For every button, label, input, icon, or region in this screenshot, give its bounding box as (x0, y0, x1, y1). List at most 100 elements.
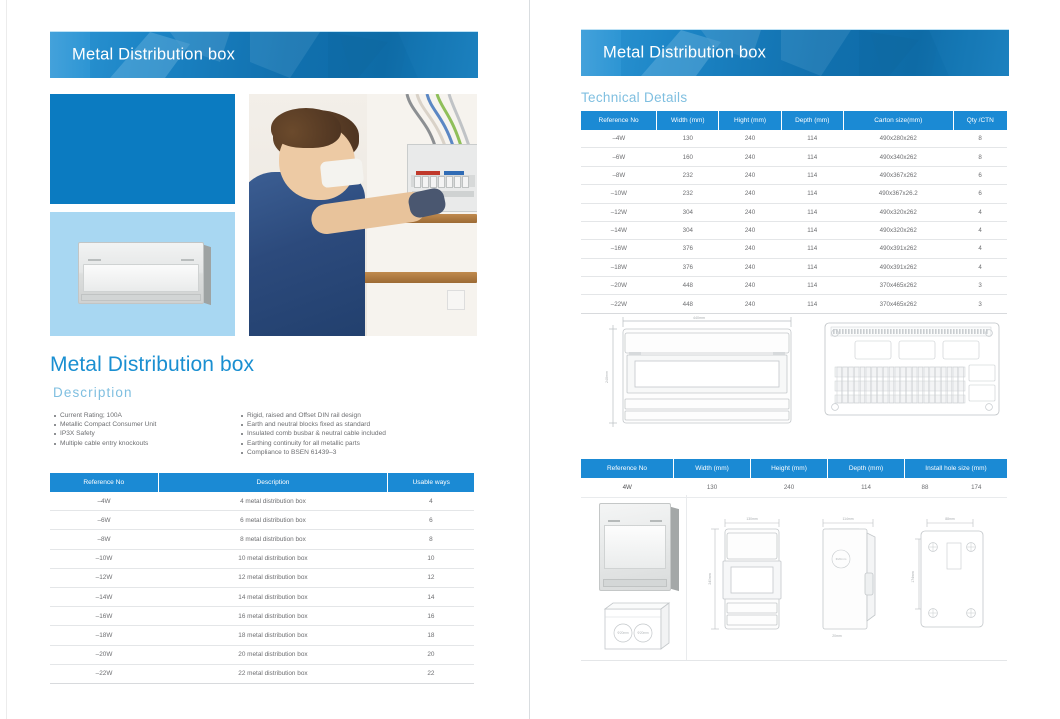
table-row: –18W 376 240 114 490x391x262 4 (581, 258, 1007, 278)
table-cell: 304 (656, 221, 719, 241)
table-cell: 240 (718, 147, 782, 167)
side-depth-dim: 114mm (842, 517, 853, 521)
table-row: –22W 22 metal distribution box 22 (50, 664, 474, 684)
column-header: Width (mm) (656, 111, 720, 130)
table-cell: 490x391x262 (843, 258, 954, 278)
technical-details-table: Reference No Width (mm) Hight (mm) Depth (m… (581, 111, 1007, 314)
left-page: Metal Distribution box Metal Distributio… (0, 0, 530, 719)
feature-item: Metallic Compact Consumer Unit (54, 420, 234, 429)
table-cell: 20 (387, 645, 474, 665)
description-heading: Description (53, 385, 133, 400)
table-header-row: Reference No Description Usable ways (50, 473, 474, 492)
feature-item: Earth and neutral blocks fixed as standa… (241, 420, 471, 429)
column-header: Usable ways (387, 473, 474, 492)
table-cell: –16W (581, 239, 657, 259)
product-title: Metal Distribution box (50, 353, 255, 376)
table-cell: 114 (781, 184, 844, 204)
column-header: Install hole size (mm) (904, 459, 1007, 478)
table-cell: 130 (656, 130, 719, 149)
drawing-internal-layout (821, 311, 1003, 437)
table-cell: 6 (953, 184, 1007, 204)
column-header: Description (158, 473, 389, 492)
wall-socket (447, 290, 465, 310)
feature-item: Insulated comb busbar & neutral cable in… (241, 429, 471, 438)
rear-height-dim: 174mm (911, 571, 915, 582)
table-row: –20W 448 240 114 370x465x262 3 (581, 276, 1007, 296)
feature-item: IP3X Safety (54, 429, 234, 438)
table-cell: 4 (953, 239, 1007, 259)
table-cell: 240 (718, 276, 782, 296)
table-cell: 490x280x262 (843, 130, 954, 149)
drawing-height-dim: 240mm (605, 371, 609, 383)
table-cell: –12W (50, 568, 159, 588)
table-cell: 10 metal distribution box (158, 549, 388, 569)
product-photo-distribution-box (50, 212, 235, 336)
column-header: Width (mm) (673, 459, 751, 478)
table-cell: –4W (50, 492, 159, 512)
table-cell: 4 metal distribution box (158, 492, 388, 512)
product-photo-small (599, 503, 679, 592)
feature-list-right: Rigid, raised and Offset DIN rail design… (241, 411, 471, 457)
banner-shard-decor-right-3 (859, 30, 1009, 76)
column-header: Reference No (581, 459, 674, 478)
column-header: Depth (mm) (781, 111, 844, 130)
table-cell: 160 (656, 147, 719, 167)
table-row: –4W 4 metal distribution box 4 (50, 492, 474, 512)
drawing-front-view-4w: 130mm 240mm (708, 517, 782, 630)
technical-details-heading: Technical Details (581, 90, 688, 105)
table-cell: 114 (781, 276, 844, 296)
banner-title-left: Metal Distribution box (72, 45, 236, 64)
header-banner-right: Metal Distribution box (581, 29, 1009, 76)
table-cell: 10 (387, 549, 474, 569)
table-row: –4W 130 240 114 490x280x262 8 (581, 130, 1007, 149)
table-row: –12W 12 metal distribution box 12 (50, 568, 474, 588)
table-cell: 448 (656, 276, 719, 296)
table-cell: 18 (387, 625, 474, 646)
table-header-row: Reference No Width (mm) Height (mm) Depth (… (581, 459, 1007, 478)
table-cell: 22 metal distribution box (158, 664, 388, 684)
table-cell: –18W (581, 258, 657, 278)
cable-bundle-illustration (405, 94, 471, 147)
feature-item: Multiple cable entry knockouts (54, 439, 234, 448)
table-cell: 12 (387, 568, 474, 588)
table-cell: 8 metal distribution box (158, 529, 388, 550)
drawing-front-elevation: 440mm 240mm (595, 311, 813, 437)
worker-hair-top (271, 108, 341, 148)
table-cell: 16 metal distribution box (158, 606, 388, 627)
front-width-dim: 130mm (746, 517, 757, 521)
table-cell: 232 (656, 166, 719, 186)
table-cell: 14 metal distribution box (158, 587, 388, 608)
table-cell: –8W (581, 166, 657, 186)
table-cell: 490x367x262 (843, 166, 954, 186)
feature-list-left: Current Rating; 100A Metallic Compact Con… (54, 411, 234, 448)
table-cell: 376 (656, 258, 719, 278)
table-cell: 6 (953, 166, 1007, 186)
table-cell: 114 (781, 203, 844, 222)
table-cell: 4 (953, 258, 1007, 278)
side-knockout-label: Φ20mm (836, 557, 847, 561)
table-cell: 490x340x262 (843, 147, 954, 167)
knockout-dim-label-2: Φ20mm (637, 631, 649, 635)
table-row: –8W 232 240 114 490x367x262 6 (581, 166, 1007, 186)
install-hole-table: Reference No Width (mm) Height (mm) Depth (… (581, 459, 1007, 498)
column-header: Carton size(mm) (843, 111, 954, 130)
photo-electrician-installing (249, 94, 477, 336)
feature-item: Rigid, raised and Offset DIN rail design (241, 411, 471, 420)
table-cell: 114 (781, 130, 844, 149)
table-cell: 490x391x262 (843, 239, 954, 259)
table-row: –16W 16 metal distribution box 16 (50, 606, 474, 627)
banner-title-right: Metal Distribution box (603, 43, 767, 62)
table-cell: 16 (387, 606, 474, 627)
table-row: –16W 376 240 114 490x391x262 4 (581, 239, 1007, 259)
table-cell: 22 (387, 664, 474, 684)
table-cell: 304 (656, 203, 719, 222)
table-cell: 6 (387, 510, 474, 531)
table-row: –6W 6 metal distribution box 6 (50, 510, 474, 531)
drawing-width-dim: 440mm (693, 316, 705, 320)
table-cell: 8 (387, 529, 474, 550)
table-cell: 240 (718, 184, 782, 204)
table-cell: 240 (718, 130, 782, 149)
drawing-box-bottom-knockouts: Φ20mm Φ20mm (603, 602, 671, 650)
table-row: –14W 14 metal distribution box 14 (50, 587, 474, 608)
table-cell: 20 metal distribution box (158, 645, 388, 665)
